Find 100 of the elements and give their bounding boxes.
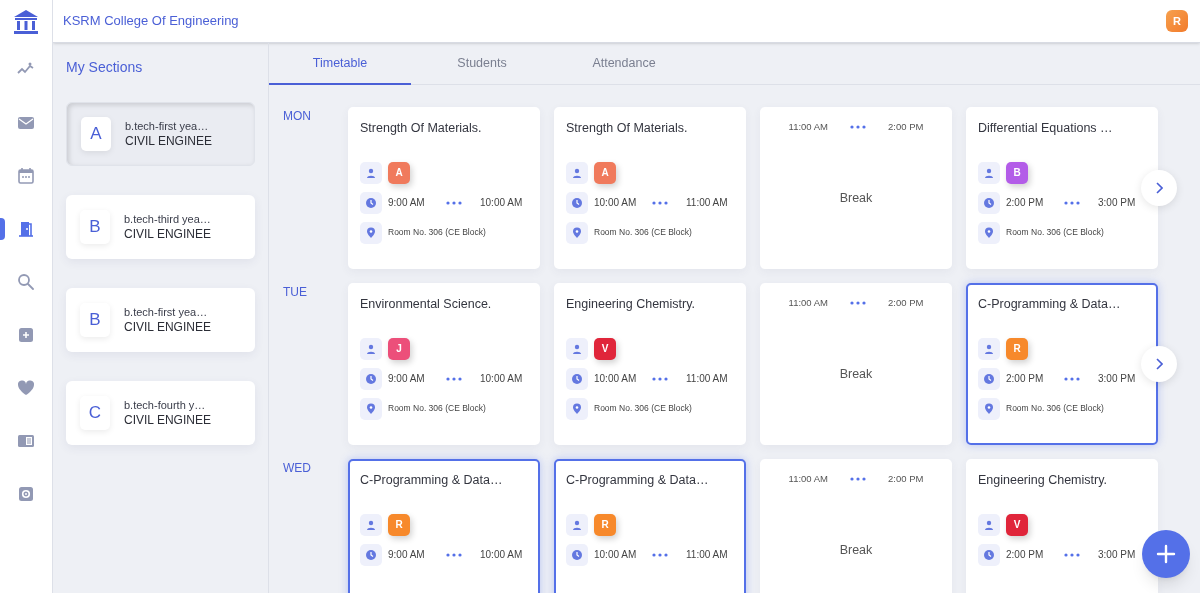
section-year: b.tech-fourth y… <box>124 398 207 413</box>
dots-icon <box>850 301 866 306</box>
room-text: Room No. 306 (CE Block) <box>594 402 692 416</box>
start-time: 2:00 PM <box>1006 372 1045 387</box>
end-time: 3:00 PM <box>1098 548 1136 563</box>
person-icon <box>365 166 377 179</box>
next-button[interactable] <box>1141 170 1177 206</box>
dots-icon <box>446 552 462 557</box>
section-department: CIVIL ENGINEE <box>125 134 212 149</box>
section-letter: C <box>80 396 110 430</box>
class-title: Differential Equations … <box>978 120 1114 137</box>
dots-icon <box>1064 200 1080 205</box>
location-pin-icon <box>365 226 377 239</box>
break-label: Break <box>839 542 873 560</box>
class-card[interactable]: C-Programming & Data… R 9:00 AM 10:00 AM <box>348 459 540 593</box>
teacher-avatar: A <box>594 161 616 184</box>
class-title: Environmental Science. <box>360 296 493 313</box>
class-card[interactable]: Differential Equations … B 2:00 PM 3:00 PM Room No. 306 (CE Block) <box>966 107 1158 269</box>
break-label: Break <box>839 366 873 384</box>
person-icon <box>365 518 377 531</box>
start-time: 10:00 AM <box>594 548 638 563</box>
dots-icon <box>446 376 462 381</box>
break-label: Break <box>839 190 873 208</box>
section-year: b.tech-third yea… <box>124 212 211 227</box>
person-icon <box>571 518 583 531</box>
section-letter: B <box>80 303 110 337</box>
clock-icon <box>571 196 583 209</box>
room-text: Room No. 306 (CE Block) <box>594 226 692 240</box>
teacher-avatar: V <box>594 337 616 360</box>
section-year: b.tech-first yea… <box>125 119 210 134</box>
class-title: Strength Of Materials. <box>360 120 483 137</box>
app-title: KSRM College Of Engineering <box>63 12 239 31</box>
clock-icon <box>983 548 995 561</box>
next-button[interactable] <box>1141 346 1177 382</box>
location-pin-icon <box>365 402 377 415</box>
room-text: Room No. 306 (CE Block) <box>388 226 486 240</box>
dots-icon <box>1064 552 1080 557</box>
class-card[interactable]: Strength Of Materials. A 9:00 AM 10:00 AM Room No. 306 (CE Block) <box>348 107 540 269</box>
person-icon <box>571 342 583 355</box>
section-card[interactable]: B b.tech-third yea… CIVIL ENGINEE <box>66 195 255 259</box>
dots-icon <box>850 125 866 130</box>
teacher-avatar: R <box>594 513 616 536</box>
class-card[interactable]: Engineering Chemistry. V 2:00 PM 3:00 PM <box>966 459 1158 593</box>
end-time: 3:00 PM <box>1098 196 1136 211</box>
class-title: Engineering Chemistry. <box>566 296 696 313</box>
start-time: 11:00 AM <box>788 120 828 134</box>
section-department: CIVIL ENGINEE <box>124 413 211 428</box>
person-icon <box>983 342 995 355</box>
bank-logo-icon <box>12 8 40 35</box>
sections-heading: My Sections <box>66 58 144 77</box>
location-pin-icon <box>983 402 995 415</box>
tab[interactable]: Students <box>411 43 553 85</box>
person-icon <box>983 166 995 179</box>
dots-icon <box>1064 376 1080 381</box>
plus-icon <box>1156 544 1176 564</box>
section-card[interactable]: C b.tech-fourth y… CIVIL ENGINEE <box>66 381 255 445</box>
tab[interactable]: Timetable <box>269 43 411 85</box>
teacher-avatar: B <box>1006 161 1028 184</box>
class-card[interactable]: C-Programming & Data… R 10:00 AM 11:00 AM <box>554 459 746 593</box>
teacher-avatar: A <box>388 161 410 184</box>
person-icon <box>983 518 995 531</box>
clock-icon <box>365 548 377 561</box>
end-time: 2:00 PM <box>888 296 924 310</box>
end-time: 2:00 PM <box>888 472 924 486</box>
class-title: Engineering Chemistry. <box>978 472 1108 489</box>
add-button[interactable] <box>1142 530 1190 578</box>
start-time: 10:00 AM <box>594 372 638 387</box>
room-text: Room No. 306 (CE Block) <box>1006 226 1104 240</box>
start-time: 11:00 AM <box>788 472 828 486</box>
class-card[interactable]: Environmental Science. J 9:00 AM 10:00 AM Room No. 306 (CE Block) <box>348 283 540 445</box>
location-pin-icon <box>571 226 583 239</box>
room-text: Room No. 306 (CE Block) <box>1006 402 1104 416</box>
dots-icon <box>446 200 462 205</box>
class-card[interactable]: Engineering Chemistry. V 10:00 AM 11:00 AM Room No. 306 (CE Block) <box>554 283 746 445</box>
clock-icon <box>571 372 583 385</box>
end-time: 3:00 PM <box>1098 372 1136 387</box>
teacher-avatar: R <box>388 513 410 536</box>
section-department: CIVIL ENGINEE <box>124 320 211 335</box>
end-time: 11:00 AM <box>686 372 728 387</box>
end-time: 11:00 AM <box>686 548 728 563</box>
start-time: 2:00 PM <box>1006 196 1045 211</box>
section-card[interactable]: A b.tech-first yea… CIVIL ENGINEE <box>66 102 255 166</box>
room-text: Room No. 306 (CE Block) <box>388 402 486 416</box>
tab[interactable]: Attendance <box>553 43 695 85</box>
class-title: C-Programming & Data… <box>978 296 1122 313</box>
search-icon <box>16 271 36 292</box>
heart-icon <box>16 377 36 398</box>
class-card[interactable]: C-Programming & Data… R 2:00 PM 3:00 PM Room No. 306 (CE Block) <box>966 283 1158 445</box>
end-time: 10:00 AM <box>480 372 523 387</box>
person-icon <box>571 166 583 179</box>
class-title: Strength Of Materials. <box>566 120 689 137</box>
teacher-avatar: R <box>1006 337 1028 360</box>
teacher-avatar: J <box>388 337 410 360</box>
end-time: 11:00 AM <box>686 196 728 211</box>
start-time: 10:00 AM <box>594 196 638 211</box>
section-card[interactable]: B b.tech-first yea… CIVIL ENGINEE <box>66 288 255 352</box>
clock-icon <box>365 372 377 385</box>
person-icon <box>365 342 377 355</box>
class-card[interactable]: Strength Of Materials. A 10:00 AM 11:00 AM Room No. 306 (CE Block) <box>554 107 746 269</box>
class-title: C-Programming & Data… <box>566 472 710 489</box>
